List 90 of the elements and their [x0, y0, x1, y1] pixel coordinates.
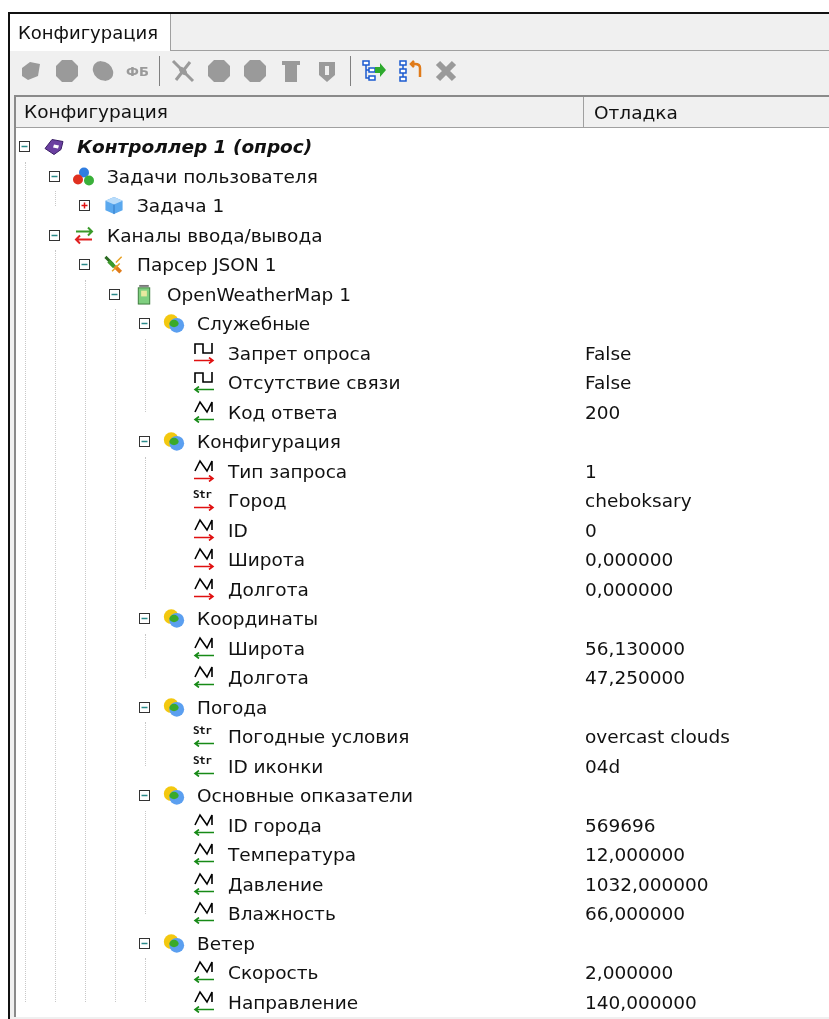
expand-icon[interactable] [79, 200, 90, 212]
debug-value: 2,000000 [585, 962, 674, 984]
circles-icon [162, 696, 186, 718]
tree-node-label[interactable]: Конфигурация [197, 431, 341, 453]
circles-icon [162, 313, 186, 335]
debug-value: 0,000000 [585, 578, 674, 600]
collapse-icon[interactable] [19, 141, 30, 153]
pulse-input-icon [193, 370, 216, 396]
debug-value: 1 [585, 460, 597, 482]
tree-arrow-button[interactable] [396, 58, 423, 84]
variable-name[interactable]: Широта [228, 637, 305, 659]
debug-value: 1032,000000 [585, 873, 709, 895]
tree-node-label[interactable]: Погода [197, 696, 268, 718]
tree-node-label[interactable]: Задачи пользователя [107, 165, 318, 187]
tab[interactable]: Конфигурация [10, 14, 171, 51]
tree-node-label[interactable]: Основные опказатели [197, 785, 414, 807]
debug-value: overcast clouds [585, 726, 730, 748]
tree-node-label[interactable]: Задача 1 [137, 195, 225, 217]
collapse-icon[interactable] [49, 229, 60, 241]
debug-value: False [585, 372, 632, 394]
debug-value: 47,250000 [585, 667, 686, 689]
debug-value: 140,000000 [585, 991, 697, 1013]
wave-output-icon [193, 576, 216, 602]
wave-input-icon [193, 635, 216, 661]
wave-input-icon [193, 842, 216, 868]
debug-value: 0,000000 [585, 549, 674, 571]
debug-value: False [585, 342, 632, 364]
wave-input-icon [193, 989, 216, 1015]
tree-arrow-button[interactable] [360, 58, 387, 84]
tree-node-label[interactable]: Координаты [197, 608, 319, 630]
wave-input-icon [193, 871, 216, 897]
collapse-icon[interactable] [139, 318, 150, 330]
collapse-icon[interactable] [139, 436, 150, 448]
circles-icon [162, 932, 186, 954]
variable-name[interactable]: ID [228, 519, 248, 541]
wave-input-icon [193, 960, 216, 986]
tree-node-label[interactable]: Каналы ввода/вывода [107, 224, 323, 246]
tree-node-label[interactable]: Парсер JSON 1 [137, 254, 277, 276]
variable-name[interactable]: Тип запроса [228, 460, 348, 482]
circles-icon [162, 785, 186, 807]
circles-icon [162, 431, 186, 453]
collapse-icon[interactable] [79, 259, 90, 271]
collapse-icon[interactable] [139, 937, 150, 949]
collapse-icon[interactable] [139, 790, 150, 802]
tree-node-label[interactable]: OpenWeatherMap 1 [167, 283, 351, 305]
debug-value: cheboksary [585, 490, 692, 512]
debug-value: 12,000000 [585, 844, 686, 866]
wave-input-icon [193, 665, 216, 691]
variable-name[interactable]: Город [228, 490, 287, 512]
tree-node-label[interactable]: Служебные [197, 313, 311, 335]
variable-name[interactable]: ID иконки [228, 755, 324, 777]
debug-value: 56,130000 [585, 637, 686, 659]
debug-value: 04d [585, 755, 621, 777]
wave-input-icon [193, 812, 216, 838]
variable-name[interactable]: Влажность [228, 903, 336, 925]
wave-input-icon [193, 399, 216, 425]
pulse-output-icon [193, 340, 216, 366]
tree-node-label[interactable]: Контроллер 1 (опрос) [77, 136, 313, 158]
variable-name[interactable]: Широта [228, 549, 305, 571]
arrows-icon [72, 224, 96, 246]
wave-output-icon [193, 517, 216, 543]
collapse-icon[interactable] [139, 613, 150, 625]
collapse-icon[interactable] [49, 170, 60, 182]
variable-name[interactable]: Температура [228, 844, 356, 866]
circles-icon [162, 608, 186, 630]
variable-name[interactable]: Направление [228, 991, 359, 1013]
wave-output-icon [193, 547, 216, 573]
variable-name[interactable]: Погодные условия [228, 726, 410, 748]
collapse-icon[interactable] [109, 288, 120, 300]
variable-name[interactable]: ID города [228, 814, 322, 836]
debug-value: 66,000000 [585, 903, 686, 925]
variable-name[interactable]: Долгота [228, 667, 309, 689]
variable-name[interactable]: Отсутствие связи [228, 372, 401, 394]
wave-output-icon [193, 458, 216, 484]
controller-icon [42, 136, 66, 158]
variable-name[interactable]: Код ответа [228, 401, 338, 423]
variable-name[interactable]: Скорость [228, 962, 319, 984]
collapse-icon[interactable] [139, 701, 150, 713]
debug-value: 569696 [585, 814, 656, 836]
wave-input-icon [193, 901, 216, 927]
debug-value: 200 [585, 401, 621, 423]
debug-value: 0 [585, 519, 597, 541]
column-header[interactable]: Конфигурация [16, 97, 584, 127]
variable-name[interactable]: Долгота [228, 578, 309, 600]
balls-icon [72, 165, 96, 187]
column-header[interactable]: Отладка [584, 101, 678, 123]
variable-name[interactable]: Запрет опроса [228, 342, 372, 364]
variable-name[interactable]: Давление [228, 873, 324, 895]
tree-node-label[interactable]: Ветер [197, 932, 255, 954]
cube-icon [102, 195, 126, 217]
